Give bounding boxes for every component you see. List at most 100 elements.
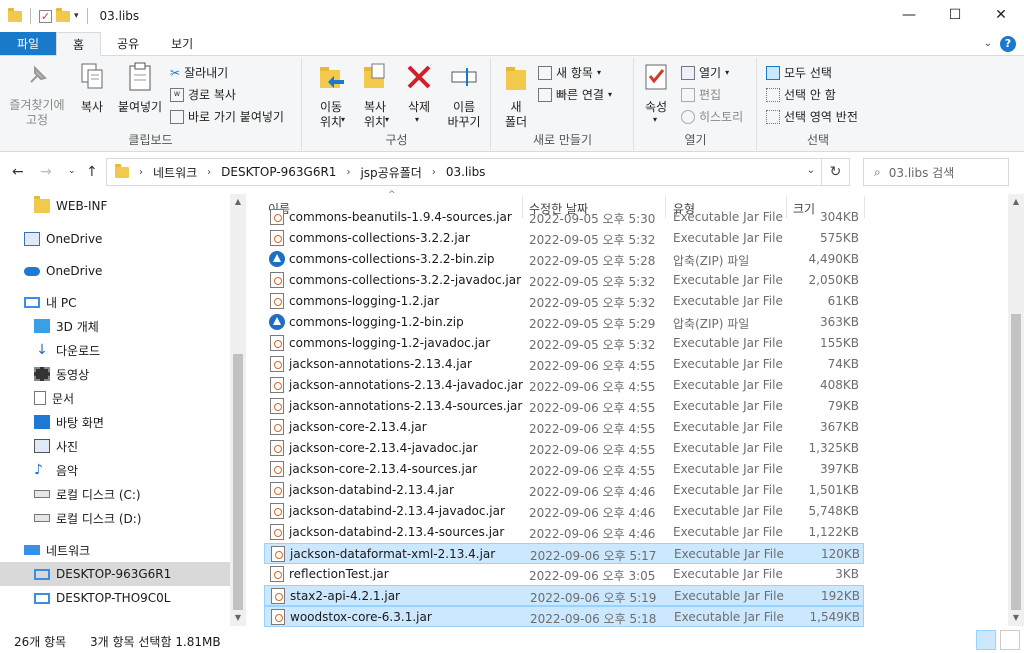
- nav-scroll-thumb[interactable]: [233, 354, 243, 610]
- file-row[interactable]: jackson-core-2.13.4.jar 2022-09-06 오후 4:5…: [264, 417, 864, 438]
- file-row[interactable]: jackson-annotations-2.13.4-sources.jar 20…: [264, 396, 864, 417]
- new-folder-quick-icon[interactable]: [56, 7, 70, 22]
- customize-quick-access-chevron-icon[interactable]: ▾: [74, 11, 79, 21]
- column-resize-handle[interactable]: [864, 196, 865, 218]
- ribbon-expand-chevron-icon[interactable]: ⌄: [984, 38, 992, 49]
- close-button[interactable]: ✕: [978, 0, 1024, 30]
- file-row[interactable]: jackson-databind-2.13.4-sources.jar 2022-…: [264, 522, 864, 543]
- scroll-up-icon[interactable]: ▲: [230, 194, 246, 210]
- cut-button[interactable]: ✂ 잘라내기: [170, 64, 228, 81]
- file-row[interactable]: commons-beanutils-1.9.4-sources.jar 2022-…: [264, 208, 864, 228]
- rename-button[interactable]: 이름 바꾸기: [443, 62, 485, 130]
- maximize-button[interactable]: ☐: [932, 0, 978, 30]
- tab-file[interactable]: 파일: [0, 32, 56, 55]
- nav-item-onedrive-1[interactable]: OneDrive: [0, 227, 230, 251]
- delete-button[interactable]: 삭제 ▾: [401, 62, 437, 124]
- nav-item-onedrive-2[interactable]: OneDrive: [0, 259, 230, 283]
- nav-item-desktop[interactable]: 바탕 화면: [0, 410, 230, 434]
- window-title: 03.libs: [99, 9, 140, 23]
- nav-item-web-inf[interactable]: WEB-INF: [0, 194, 230, 218]
- search-input[interactable]: ⌕ 03.libs 검색: [863, 158, 1009, 186]
- nav-item-desktop-tho9c0l[interactable]: DESKTOP-THO9C0L: [0, 586, 230, 610]
- properties-dropdown-icon: ▾: [653, 115, 658, 124]
- select-none-button[interactable]: 선택 안 함: [766, 86, 836, 103]
- file-row[interactable]: jackson-databind-2.13.4.jar 2022-09-06 오후…: [264, 480, 864, 501]
- invert-selection-button[interactable]: 선택 영역 반전: [766, 108, 858, 125]
- file-row[interactable]: commons-logging-1.2.jar 2022-09-05 오후 5:3…: [264, 291, 864, 312]
- breadcrumb-network[interactable]: 네트워크: [153, 164, 197, 181]
- forward-arrow-icon[interactable]: →: [40, 164, 52, 180]
- chevron-right-icon[interactable]: ›: [432, 167, 436, 178]
- nav-item-network[interactable]: 네트워크: [0, 538, 230, 562]
- breadcrumb-desktop[interactable]: DESKTOP-963G6R1: [221, 165, 336, 179]
- new-item-button[interactable]: 새 항목 ▾: [538, 64, 601, 81]
- file-row[interactable]: reflectionTest.jar 2022-09-06 오후 3:05 Exec…: [264, 564, 864, 585]
- file-date: 2022-09-06 오후 4:55: [529, 422, 656, 436]
- address-history-chevron-icon[interactable]: ⌄: [807, 165, 815, 176]
- up-arrow-icon[interactable]: ↑: [86, 164, 98, 180]
- file-row[interactable]: jackson-annotations-2.13.4.jar 2022-09-06…: [264, 354, 864, 375]
- scroll-up-icon[interactable]: ▲: [1008, 194, 1024, 210]
- nav-item-desktop-963g6r1[interactable]: DESKTOP-963G6R1: [0, 562, 230, 586]
- nav-item-pictures[interactable]: 사진: [0, 434, 230, 458]
- file-row[interactable]: jackson-dataformat-xml-2.13.4.jar 2022-09…: [264, 543, 864, 564]
- nav-item-this-pc[interactable]: 내 PC: [0, 290, 230, 314]
- nav-pane-scrollbar[interactable]: ▲ ▼: [230, 194, 246, 626]
- refresh-icon[interactable]: ↻: [821, 159, 849, 185]
- tab-home[interactable]: 홈: [56, 32, 102, 56]
- address-bar[interactable]: › 네트워크 › DESKTOP-963G6R1 › jsp공유폴더 › 03.…: [106, 158, 850, 186]
- back-arrow-icon[interactable]: ←: [12, 164, 24, 180]
- tab-share[interactable]: 공유: [101, 32, 155, 55]
- file-type: Executable Jar File: [673, 420, 783, 434]
- history-button[interactable]: 히스토리: [681, 108, 743, 125]
- nav-item-documents[interactable]: 문서: [0, 386, 230, 410]
- large-icons-view-icon[interactable]: [1000, 630, 1020, 650]
- scroll-down-icon[interactable]: ▼: [230, 610, 246, 626]
- properties-button[interactable]: 속성 ▾: [639, 62, 673, 124]
- file-row[interactable]: jackson-core-2.13.4-javadoc.jar 2022-09-0…: [264, 438, 864, 459]
- edit-button[interactable]: 편집: [681, 86, 721, 103]
- file-row[interactable]: woodstox-core-6.3.1.jar 2022-09-06 오후 5:1…: [264, 606, 864, 627]
- select-all-button[interactable]: 모두 선택: [766, 64, 832, 81]
- pin-to-quick-access-button[interactable]: 즐겨찾기에 고정: [6, 62, 68, 128]
- properties-quick-icon[interactable]: ✓: [39, 9, 52, 23]
- help-icon[interactable]: ?: [1000, 35, 1016, 52]
- file-row[interactable]: commons-logging-1.2-bin.zip 2022-09-05 오후…: [264, 312, 864, 333]
- breadcrumb-shared-folder[interactable]: jsp공유폴더: [360, 164, 421, 181]
- file-row[interactable]: jackson-core-2.13.4-sources.jar 2022-09-0…: [264, 459, 864, 480]
- nav-item-music[interactable]: ♪ 음악: [0, 458, 230, 482]
- move-to-button[interactable]: 이동 위치 ▾: [311, 62, 351, 130]
- minimize-button[interactable]: —: [886, 0, 932, 30]
- copy-to-button[interactable]: 복사 위치 ▾: [355, 62, 395, 130]
- file-row[interactable]: commons-logging-1.2-javadoc.jar 2022-09-0…: [264, 333, 864, 354]
- file-row[interactable]: commons-collections-3.2.2-bin.zip 2022-09…: [264, 249, 864, 270]
- file-row[interactable]: stax2-api-4.2.1.jar 2022-09-06 오후 5:19 Exe…: [264, 585, 864, 606]
- file-scroll-thumb[interactable]: [1011, 314, 1021, 610]
- zip-file-icon: [269, 251, 285, 267]
- file-row[interactable]: jackson-annotations-2.13.4-javadoc.jar 20…: [264, 375, 864, 396]
- open-button[interactable]: 열기 ▾: [681, 64, 729, 81]
- file-row[interactable]: commons-collections-3.2.2.jar 2022-09-05 …: [264, 228, 864, 249]
- paste-button[interactable]: 붙여넣기: [114, 62, 166, 115]
- nav-item-downloads[interactable]: ↓ 다운로드: [0, 338, 230, 362]
- file-row[interactable]: jackson-databind-2.13.4-javadoc.jar 2022-…: [264, 501, 864, 522]
- new-folder-button[interactable]: 새 폴더: [500, 62, 532, 130]
- chevron-right-icon[interactable]: ›: [207, 167, 211, 178]
- copy-path-button[interactable]: W 경로 복사: [170, 86, 236, 103]
- nav-item-disk-c[interactable]: 로컬 디스크 (C:): [0, 482, 230, 506]
- copy-button[interactable]: 복사: [74, 62, 110, 115]
- easy-access-button[interactable]: 빠른 연결 ▾: [538, 86, 612, 103]
- file-row[interactable]: commons-collections-3.2.2-javadoc.jar 202…: [264, 270, 864, 291]
- nav-item-videos[interactable]: 동영상: [0, 362, 230, 386]
- file-name: jackson-annotations-2.13.4.jar: [289, 357, 472, 371]
- nav-item-disk-d[interactable]: 로컬 디스크 (D:): [0, 506, 230, 530]
- nav-item-3d-objects[interactable]: 3D 개체: [0, 314, 230, 338]
- scroll-down-icon[interactable]: ▼: [1008, 610, 1024, 626]
- recent-locations-chevron-icon[interactable]: ⌄: [68, 166, 76, 176]
- file-list-scrollbar[interactable]: ▲ ▼: [1008, 194, 1024, 626]
- breadcrumb-current[interactable]: 03.libs: [446, 165, 486, 179]
- details-view-icon[interactable]: [976, 630, 996, 650]
- tab-view[interactable]: 보기: [155, 32, 209, 55]
- chevron-right-icon[interactable]: ›: [346, 167, 350, 178]
- paste-shortcut-button[interactable]: 바로 가기 붙여넣기: [170, 108, 284, 125]
